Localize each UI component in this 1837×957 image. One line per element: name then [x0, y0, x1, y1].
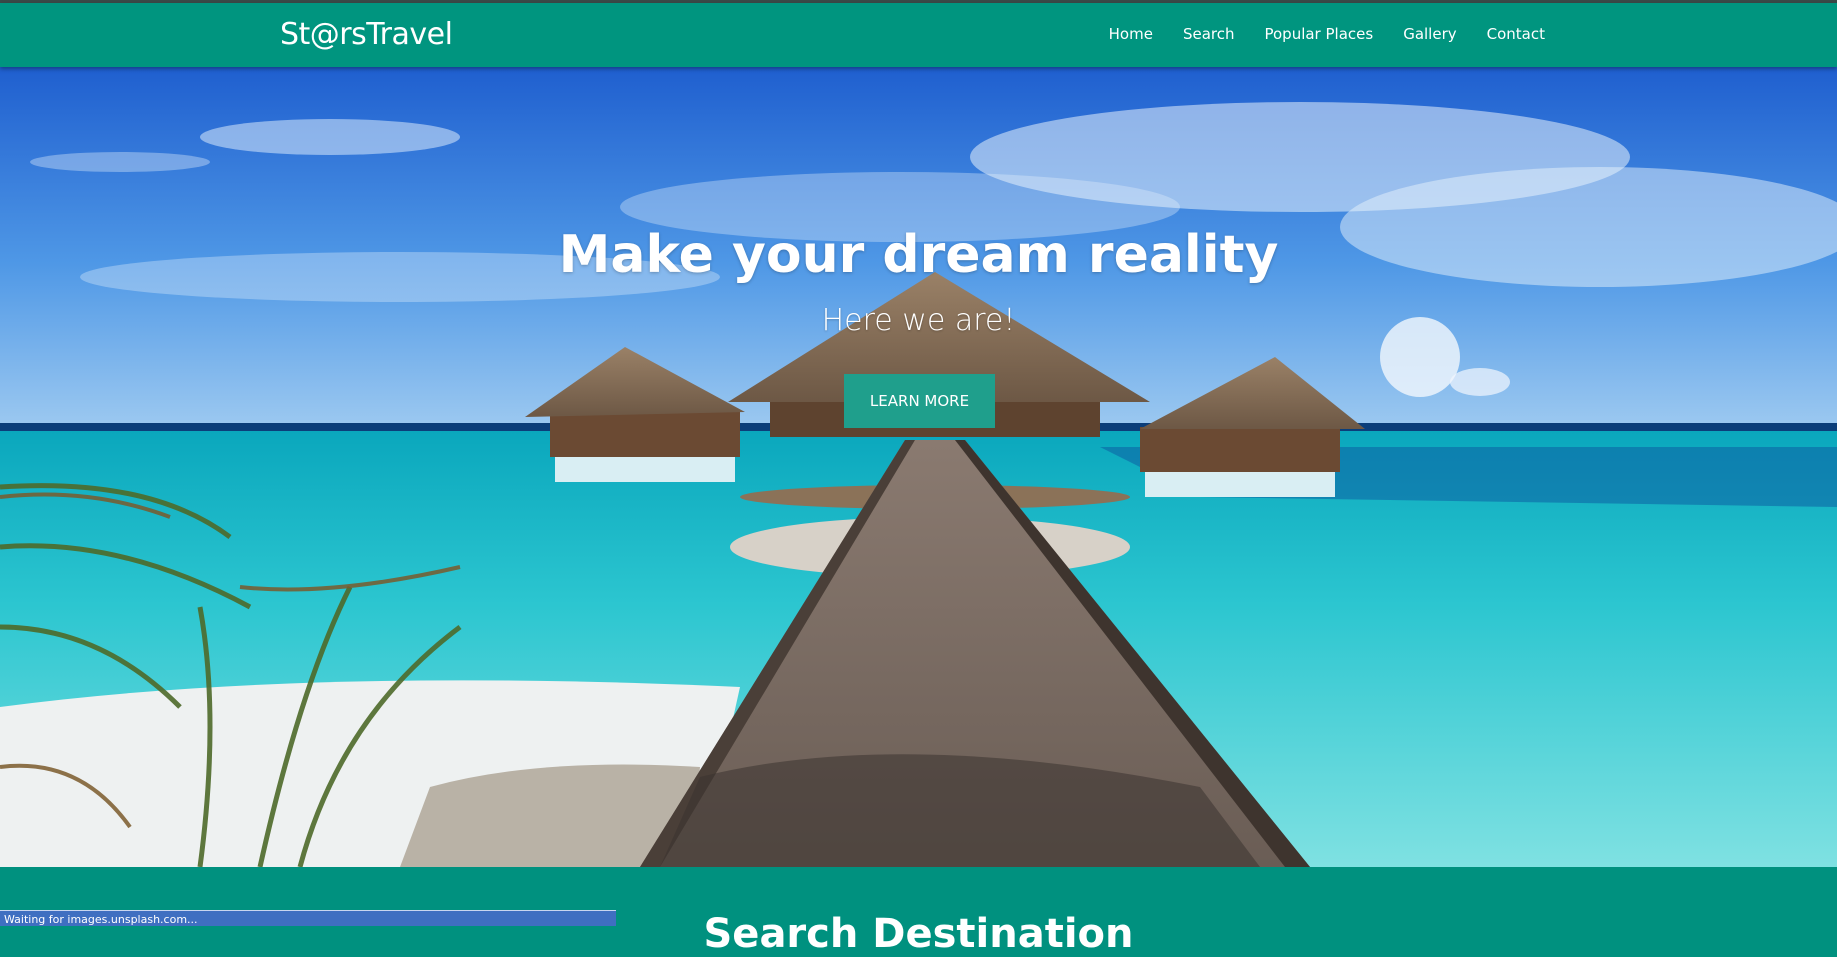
nav-link-contact[interactable]: Contact: [1487, 25, 1545, 43]
nav-link-gallery[interactable]: Gallery: [1403, 25, 1456, 43]
brand-logo[interactable]: St@rsTravel: [280, 17, 453, 52]
browser-status-bar: Waiting for images.unsplash.com...: [0, 910, 616, 926]
status-text: Waiting for images.unsplash.com...: [4, 913, 198, 926]
nav-links: Home Search Popular Places Gallery Conta…: [1079, 25, 1545, 43]
navbar: St@rsTravel Home Search Popular Places G…: [0, 3, 1837, 67]
hero-subtitle: Here we are!: [821, 303, 1016, 338]
hero-banner: Make your dream reality Here we are! LEA…: [0, 67, 1837, 867]
learn-more-button[interactable]: LEARN MORE: [844, 374, 995, 428]
hero-background-image: [0, 67, 1837, 867]
nav-link-home[interactable]: Home: [1109, 25, 1153, 43]
nav-link-popular-places[interactable]: Popular Places: [1264, 25, 1373, 43]
nav-link-search[interactable]: Search: [1183, 25, 1235, 43]
hero-title: Make your dream reality: [558, 225, 1279, 285]
